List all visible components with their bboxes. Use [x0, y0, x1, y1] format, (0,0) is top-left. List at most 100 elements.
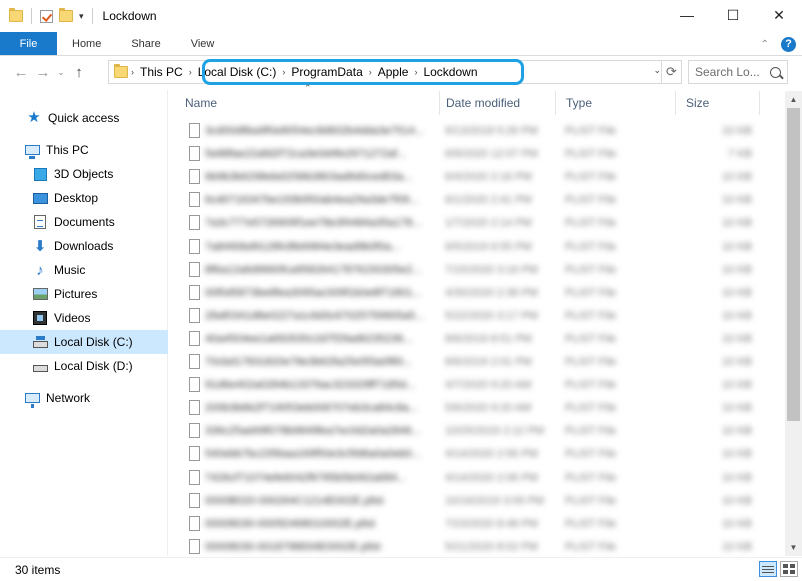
sidebar-item-desktop[interactable]: Desktop [0, 186, 168, 210]
file-row[interactable]: 70cbd17831820e78e3b62fa25e5f3a0f80... 8/6… [175, 351, 785, 373]
back-button[interactable]: ← [10, 61, 32, 83]
quick-access-toolbar: ▾ [0, 0, 95, 32]
address-bar[interactable]: › This PC › Local Disk (C:) › ProgramDat… [108, 59, 682, 85]
tab-share[interactable]: Share [116, 32, 175, 55]
vertical-scrollbar[interactable]: ▲ ▼ [785, 91, 802, 556]
sidebar-item-videos[interactable]: Videos [0, 306, 168, 330]
chevron-right-icon[interactable]: › [366, 67, 375, 77]
help-icon[interactable]: ? [781, 36, 796, 52]
file-row[interactable]: 336c25ad49f078b9849fea7ec0d2a0a2846... 10… [175, 420, 785, 442]
chevron-right-icon[interactable]: › [128, 67, 137, 77]
sidebar-item-local-disk-d[interactable]: Local Disk (D:) [0, 354, 168, 378]
file-size: 10 KB [722, 356, 752, 368]
breadcrumb-apple[interactable]: Apple [375, 65, 412, 79]
tab-home[interactable]: Home [57, 32, 116, 55]
sidebar-item-this-pc[interactable]: This PC [0, 138, 168, 162]
file-row[interactable]: 7426cf71074efe6042f6785b5b062a684... 4/14… [175, 467, 785, 489]
file-name: 00008030-0018798834E0002E.plist [205, 540, 381, 553]
file-row[interactable]: 6b9b3b6298ebd1f36b3803ad6d0ced63a... 6/4/… [175, 166, 785, 188]
sidebar-item-downloads[interactable]: ⬇ Downloads [0, 234, 168, 258]
file-row[interactable]: 00008030-0005D468010002E.plist 7/23/2020 … [175, 513, 785, 535]
file-icon [189, 538, 200, 554]
file-row[interactable]: 3cd00d8ba9f0e8054ec8d602b4dda3e7514... 9/… [175, 120, 785, 142]
search-input[interactable]: Search Lo... [688, 60, 788, 84]
file-row[interactable]: 8f6a12a6d9660fca95826417876150305e2... 7/… [175, 259, 785, 281]
sidebar-item-label: Pictures [54, 287, 98, 301]
tab-view[interactable]: View [176, 32, 230, 55]
scroll-up-icon[interactable]: ▲ [785, 91, 802, 108]
chevron-right-icon[interactable]: › [279, 67, 288, 77]
breadcrumb-lockdown[interactable]: Lockdown [420, 65, 480, 79]
file-row[interactable]: 5e88fae22afd2f72ca3e0d4fe2971272af... 6/9… [175, 143, 785, 165]
sidebar-item-local-disk-c[interactable]: Local Disk (C:) [0, 330, 168, 354]
file-size: 10 KB [722, 332, 752, 345]
column-date-modified[interactable]: Date modified [436, 91, 556, 115]
file-icon [189, 123, 200, 138]
up-button[interactable]: ↑ [68, 61, 90, 83]
navigation-pane: ★ Quick access This PC 3D Objects Deskto… [0, 90, 168, 556]
file-row[interactable]: 40a4504ee1a692630c2d7f29ad6235236... 8/6/… [175, 328, 785, 350]
file-row[interactable]: 00f0d5873be8fea3095ac009f1b0e8f71801... 4… [175, 282, 785, 304]
folder-icon [114, 64, 128, 78]
column-name[interactable]: Name [175, 91, 440, 115]
sidebar-item-label: 3D Objects [54, 167, 114, 181]
file-name: 8f6a12a6d9660fca95826417876150305e2... [205, 263, 422, 276]
file-date-modified: 6/4/2020 2:16 PM [445, 171, 532, 184]
column-size[interactable]: Size [676, 91, 760, 115]
file-type: PLIST File [565, 194, 617, 207]
sidebar-item-label: Desktop [54, 191, 99, 205]
file-row[interactable]: 540ebb7bc235baa169f50e3c5fd6a0a0eb0... 4/… [175, 443, 785, 465]
file-row[interactable]: 28af0341d8e0227a1c6d3c67025759905a5... 5/… [175, 305, 785, 327]
file-type: PLIST File [565, 425, 617, 438]
breadcrumb-this-pc[interactable]: This PC [137, 65, 186, 79]
file-row[interactable]: 6cd0716347be193b950ab4ea29a3de7f09... 6/1… [175, 189, 785, 211]
column-type[interactable]: Type [556, 91, 676, 115]
details-view-button[interactable] [759, 561, 777, 577]
tab-file[interactable]: File [0, 32, 57, 55]
file-type: PLIST File [565, 263, 617, 276]
file-row[interactable]: 0000B020-000264C1214E002E.plist 10/16/201… [175, 490, 785, 512]
file-row[interactable]: 91d6e402a0284b13376ac323329ff7185d... 4/7… [175, 374, 785, 396]
window-title: Lockdown [102, 9, 157, 23]
recent-locations-chevron-icon[interactable]: ⌄ [54, 67, 68, 78]
large-icons-view-button[interactable] [780, 561, 798, 577]
file-icon [189, 354, 200, 369]
breadcrumb-programdata[interactable]: ProgramData [288, 65, 365, 79]
forward-button[interactable]: → [32, 61, 54, 83]
scrollbar-thumb[interactable] [787, 108, 800, 421]
sidebar-item-network[interactable]: Network [0, 386, 168, 410]
close-button[interactable]: ✕ [756, 0, 802, 30]
sidebar-item-3d-objects[interactable]: 3D Objects [0, 162, 168, 186]
computer-icon [24, 142, 40, 159]
refresh-button[interactable]: ⟳ [661, 61, 681, 83]
file-icon [189, 215, 200, 231]
file-row[interactable]: 200b3b6b2f719053eb006707eb3ca84c8a... 5/6… [175, 397, 785, 419]
sidebar-item-label: Local Disk (D:) [54, 359, 133, 373]
address-dropdown-chevron-icon[interactable]: ⌄ [653, 65, 661, 76]
file-type: PLIST File [565, 379, 617, 392]
3d-objects-icon [32, 166, 48, 182]
file-row[interactable]: 7a3c777e5726909f1ee78e3f4484a35a178... 1/… [175, 212, 785, 234]
maximize-button[interactable]: ☐ [710, 0, 756, 30]
desktop-icon [32, 190, 48, 206]
customize-toolbar-chevron-icon[interactable]: ▾ [79, 11, 84, 22]
expand-ribbon-chevron-icon[interactable]: ⌃ [761, 39, 769, 50]
scroll-down-icon[interactable]: ▼ [785, 539, 802, 556]
breadcrumb-local-disk-c[interactable]: Local Disk (C:) [195, 65, 280, 79]
file-size: 10 KB [722, 309, 752, 322]
sidebar-item-label: Music [54, 263, 86, 277]
chevron-right-icon[interactable]: › [411, 67, 420, 77]
file-size: 10 KB [722, 425, 752, 438]
sidebar-item-music[interactable]: ♪ Music [0, 258, 168, 282]
file-row[interactable]: 00008030-0018798834E0002E.plist 5/21/2020… [175, 536, 785, 558]
sidebar-item-quick-access[interactable]: ★ Quick access [0, 106, 168, 130]
file-row[interactable]: 7a8490bd9128fc8fe6984e3ead9b0f0a... 6/5/2… [175, 236, 785, 258]
sidebar-item-pictures[interactable]: Pictures [0, 282, 168, 306]
new-folder-icon[interactable] [59, 8, 73, 22]
minimize-button[interactable]: — [664, 0, 710, 30]
file-size: 10 KB [722, 217, 752, 230]
file-date-modified: 5/6/2020 9:20 AM [445, 402, 532, 415]
sidebar-item-documents[interactable]: Documents [0, 210, 168, 234]
properties-icon[interactable] [40, 9, 53, 23]
chevron-right-icon[interactable]: › [186, 67, 195, 77]
